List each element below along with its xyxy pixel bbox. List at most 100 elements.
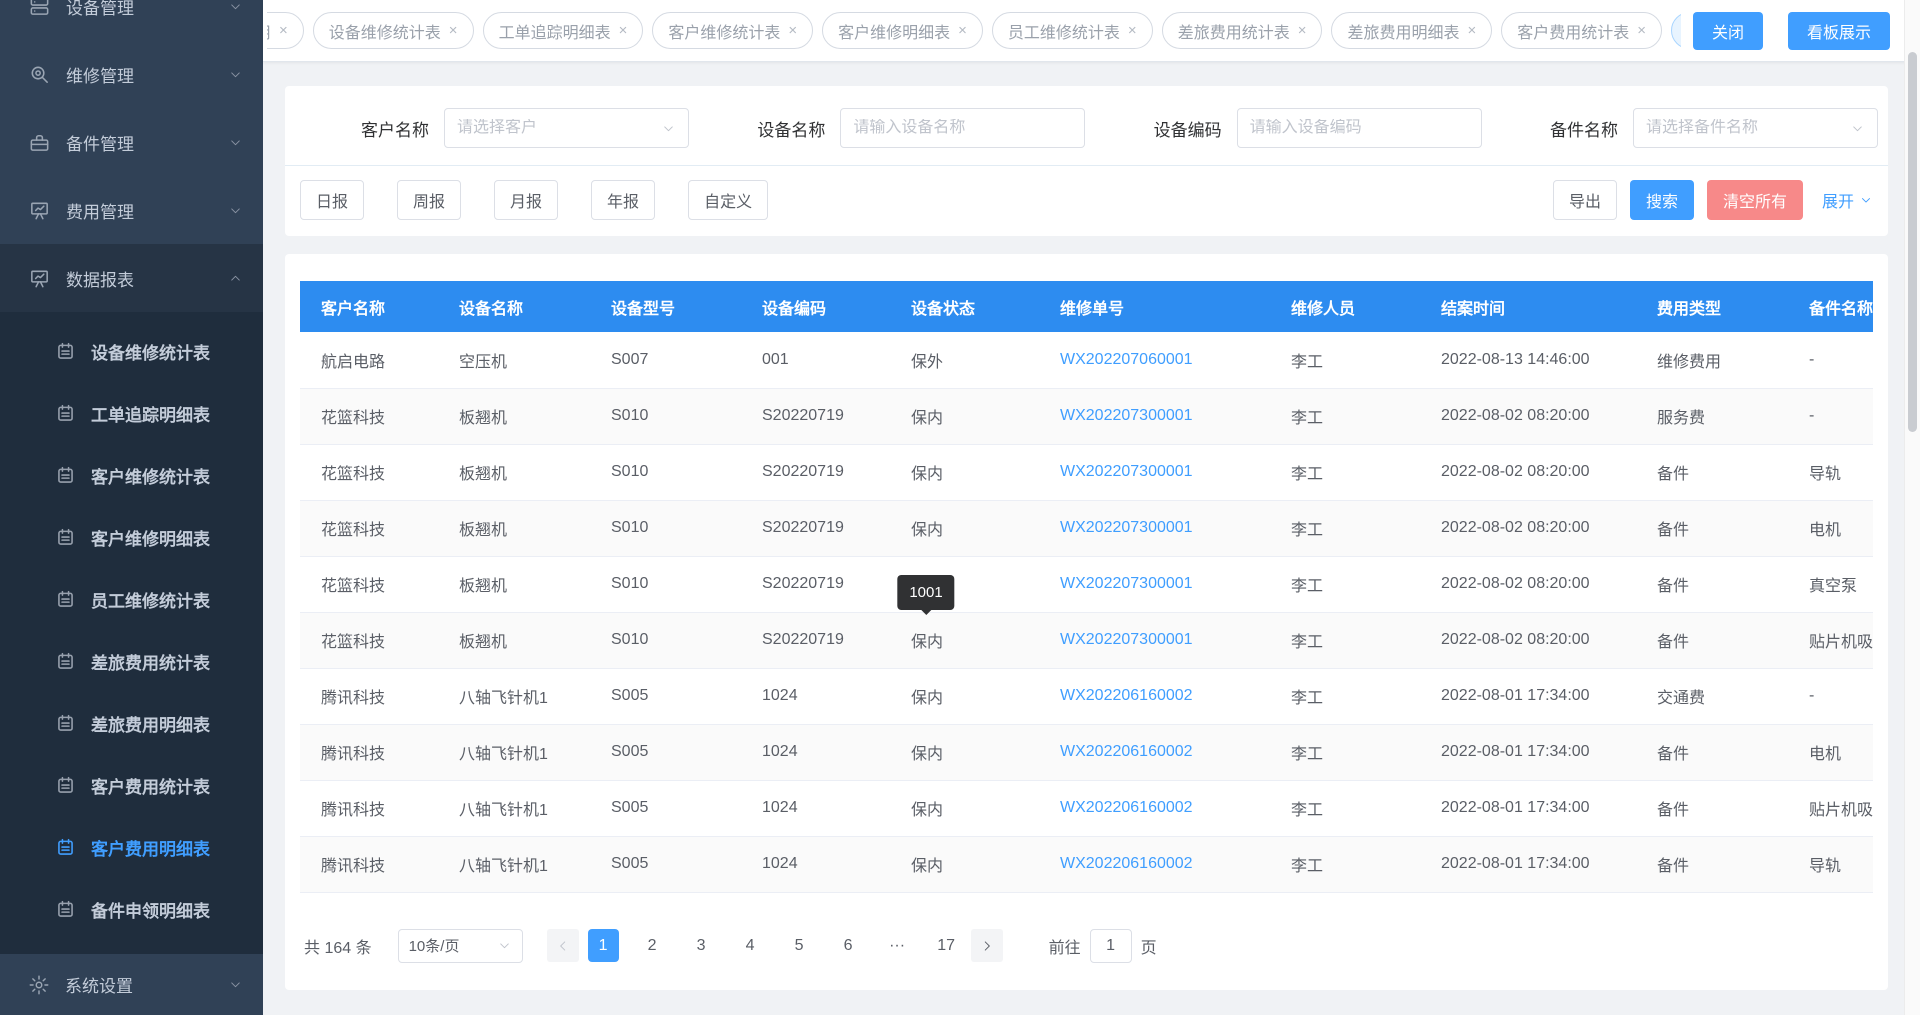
device-name-input[interactable] [840,108,1085,148]
page-button-4[interactable]: 4 [735,929,766,962]
sidebar-item-customer-expense-stats[interactable]: 客户费用统计表 [0,754,263,816]
cell: 李工 [1270,500,1420,556]
cell: 李工 [1270,612,1420,668]
sidebar-item-spare-parts-management[interactable]: 备件管理 [0,108,263,176]
tab-travel-expense-stats[interactable]: 差旅费用统计表× [1162,12,1323,49]
device-name-value[interactable] [853,119,1072,137]
page-button-2[interactable]: 2 [637,929,668,962]
cell: 服务费 [1636,388,1788,444]
sidebar-item-customer-repair-details[interactable]: 客户维修明细表 [0,506,263,568]
page-button-3[interactable]: 3 [686,929,717,962]
daily-report-button[interactable]: 日报 [300,180,364,220]
tabbar-actions: 关闭 看板展示 [1693,12,1890,50]
repair-order-link[interactable]: WX202207300001 [1039,556,1270,612]
tab-device-repair-stats[interactable]: 设备维修统计表× [313,12,474,49]
close-icon[interactable]: × [1128,23,1137,38]
quick-range-buttons: 日报周报月报年报自定义 [300,180,768,220]
close-icon[interactable]: × [279,23,288,38]
tab-label: 工单追踪明细表 [499,19,611,43]
expand-toggle[interactable]: 展开 [1822,188,1873,212]
repair-order-link[interactable]: WX202206160002 [1039,836,1270,892]
yearly-report-button[interactable]: 年报 [591,180,655,220]
close-icon[interactable]: × [449,23,458,38]
toolbar: 日报周报月报年报自定义 导出 搜索 清空所有 展开 [285,180,1888,220]
tab-travel-expense-details[interactable]: 差旅费用明细表 × [1331,12,1492,49]
board-display-button[interactable]: 看板展示 [1788,12,1890,50]
expand-label: 展开 [1822,188,1854,212]
cell: 李工 [1270,444,1420,500]
tab-customer-repair-stats[interactable]: 客户维修统计表× [652,12,813,49]
sidebar-item-customer-repair-stats[interactable]: 客户维修统计表 [0,444,263,506]
sidebar-item-work-order-tracking-details[interactable]: 工单追踪明细表 [0,382,263,444]
device-code-input[interactable] [1237,108,1482,148]
repair-order-link[interactable]: WX202206160002 [1039,668,1270,724]
sidebar: 设备管理维修管理备件管理费用管理数据报表设备维修统计表工单追踪明细表客户维修统计… [0,0,263,1015]
page-button-17[interactable]: 17 [931,929,962,962]
monthly-report-button[interactable]: 月报 [494,180,558,220]
spare-part-name-value[interactable] [1646,119,1850,137]
next-page-button[interactable] [971,929,1003,962]
sidebar-item-data-reports[interactable]: 数据报表 [0,244,263,312]
cell: 保外 [890,332,1039,388]
repair-order-link[interactable]: WX202207060001 [1039,332,1270,388]
sidebar-item-expense-management[interactable]: 费用管理 [0,176,263,244]
page-button-6[interactable]: 6 [833,929,864,962]
tab-customer-expense-details[interactable]: 客户费用明细表× [1671,12,1681,49]
close-icon[interactable]: × [1637,23,1646,38]
chevron-down-icon [228,67,243,82]
repair-order-link[interactable]: WX202207300001 [1039,444,1270,500]
customer-name-select[interactable] [444,108,689,148]
device-code-value[interactable] [1250,119,1469,137]
weekly-report-button[interactable]: 周报 [397,180,461,220]
close-icon[interactable]: × [788,23,797,38]
table-row: 花篮科技板翘机S010S20220719保内WX202207300001李工20… [300,388,1873,444]
close-icon[interactable]: × [1298,23,1307,38]
board-icon [28,199,51,222]
customer-name-value[interactable] [457,119,661,137]
page-button-5[interactable]: 5 [784,929,815,962]
search-button[interactable]: 搜索 [1630,180,1694,220]
page-size-select[interactable]: 10条/页 [398,929,523,963]
sidebar-item-label: 差旅费用统计表 [91,649,210,674]
page-scrollbar[interactable] [1904,0,1920,1015]
spare-part-name-select[interactable] [1633,108,1878,148]
scrollbar-thumb[interactable] [1908,52,1917,432]
sidebar-item-equipment-management[interactable]: 设备管理 [0,0,263,40]
sidebar-item-travel-expense-stats[interactable]: 差旅费用统计表 [0,630,263,692]
cell: S007 [590,332,741,388]
repair-order-link[interactable]: WX202207300001 [1039,388,1270,444]
tab-clipped-tab[interactable]: 用× [267,12,304,49]
tab-employee-repair-stats[interactable]: 员工维修统计表× [992,12,1153,49]
tab-label: 差旅费用明细表 [1347,19,1459,43]
tab-work-order-tracking-details[interactable]: 工单追踪明细表 × [483,12,644,49]
close-icon[interactable]: × [619,23,628,38]
repair-order-link[interactable]: WX202206160002 [1039,780,1270,836]
custom-range-button[interactable]: 自定义 [688,180,768,220]
report-icon [55,341,76,362]
more-pages-icon[interactable]: ··· [882,929,913,962]
sidebar-item-repair-management[interactable]: 维修管理 [0,40,263,108]
sidebar-item-customer-expense-details[interactable]: 客户费用明细表 [0,816,263,878]
repair-order-link[interactable]: WX202207300001 [1039,500,1270,556]
sidebar-item-device-repair-stats[interactable]: 设备维修统计表 [0,320,263,382]
goto-page-input[interactable] [1090,929,1132,963]
tab-customer-expense-stats[interactable]: 客户费用统计表× [1501,12,1662,49]
sidebar-item-travel-expense-details[interactable]: 差旅费用明细表 [0,692,263,754]
clear-all-button[interactable]: 清空所有 [1707,180,1803,220]
tooltip-text: 1001 [909,584,942,601]
close-button[interactable]: 关闭 [1693,12,1763,50]
repair-order-link[interactable]: WX202207300001 [1039,612,1270,668]
tab-customer-repair-details[interactable]: 客户维修明细表× [822,12,983,49]
close-icon[interactable]: × [958,23,967,38]
prev-page-button[interactable] [547,929,579,962]
sidebar-item-spare-parts-request-details[interactable]: 备件申领明细表 [0,878,263,940]
cell: 导轨 [1788,444,1873,500]
close-icon[interactable]: × [1467,23,1476,38]
cell: 2022-08-01 17:34:00 [1420,780,1636,836]
cell: 2022-08-02 08:20:00 [1420,556,1636,612]
sidebar-item-system-settings[interactable]: 系统设置 [0,954,263,1015]
page-button-1[interactable]: 1 [588,929,619,962]
repair-order-link[interactable]: WX202206160002 [1039,724,1270,780]
sidebar-item-employee-repair-stats[interactable]: 员工维修统计表 [0,568,263,630]
export-button[interactable]: 导出 [1553,180,1617,220]
